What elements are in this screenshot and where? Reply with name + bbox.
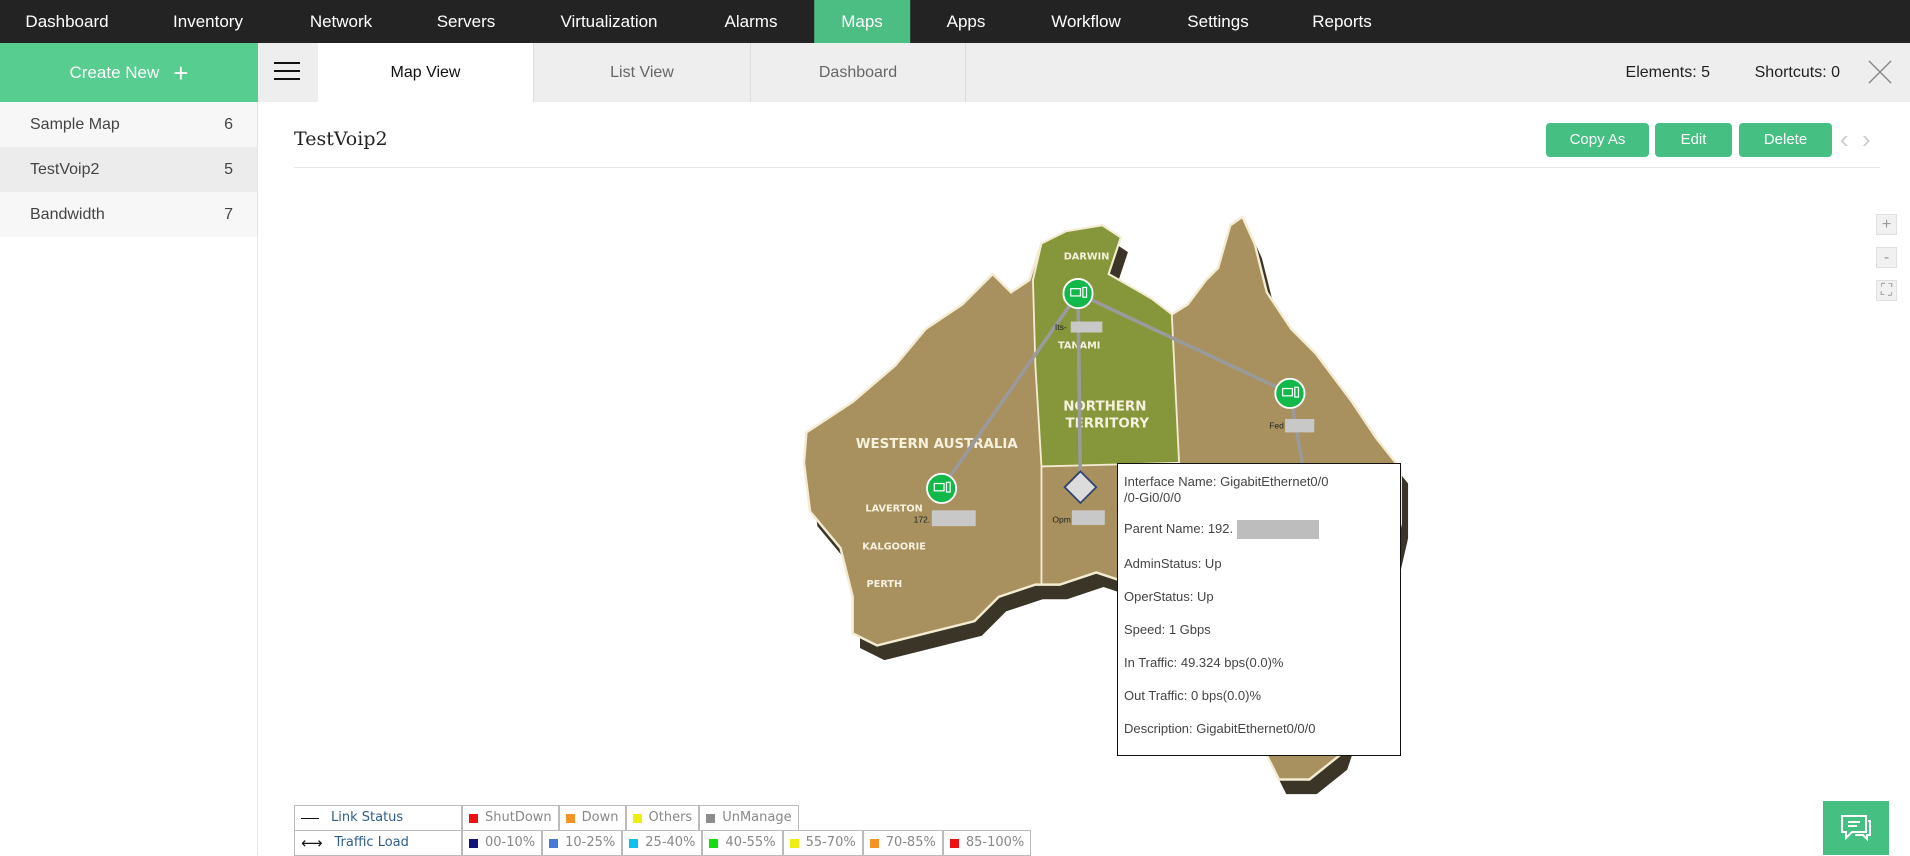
swatch xyxy=(706,813,716,823)
legend-item: 40-55% xyxy=(702,830,783,856)
double-arrow-icon: ⟷ xyxy=(301,834,323,852)
node-label: Its- xyxy=(1055,322,1067,332)
redacted-box xyxy=(931,510,976,527)
map-legend: Link Status ShutDown Down Others UnManag… xyxy=(294,805,1064,856)
place-label-western-australia: WESTERN AUSTRALIA xyxy=(856,437,1019,452)
legend-item: Down xyxy=(558,805,626,831)
node-label: Fed xyxy=(1269,421,1284,431)
legend-item: UnManage xyxy=(699,805,799,831)
tooltip-interface-name: Interface Name: GigabitEthernet0/0 xyxy=(1124,474,1329,489)
swatch xyxy=(565,813,575,823)
legend-link-status: Link Status xyxy=(294,805,462,831)
redacted-box xyxy=(1285,418,1315,433)
legend-item: ShutDown xyxy=(462,805,559,831)
node-label: Opm xyxy=(1052,515,1070,525)
legend-link-status-row: Link Status ShutDown Down Others UnManag… xyxy=(294,805,799,831)
swatch xyxy=(632,813,642,823)
legend-item: 55-70% xyxy=(782,830,863,856)
place-label-northern: NORTHERN xyxy=(1063,399,1146,414)
legend-item: 00-10% xyxy=(462,830,543,856)
tooltip-out-traffic: Out Traffic: 0 bps(0.0)% xyxy=(1124,688,1262,703)
device-node[interactable] xyxy=(1062,277,1094,310)
redacted-box xyxy=(1070,321,1103,333)
place-label-darwin: DARWIN xyxy=(1064,251,1110,262)
node-label: 172. xyxy=(914,515,931,525)
interface-tooltip: Interface Name: GigabitEthernet0/0/0-Gi0… xyxy=(1117,463,1401,756)
chat-button[interactable] xyxy=(1823,801,1889,855)
legend-traffic-load: ⟷ Traffic Load xyxy=(294,830,462,856)
legend-item: 25-40% xyxy=(622,830,703,856)
legend-heading: Traffic Load xyxy=(334,835,409,850)
place-label-perth: PERTH xyxy=(867,579,903,590)
tooltip-description: Description: GigabitEthernet0/0/0 xyxy=(1124,721,1316,736)
tooltip-parent-name: Parent Name: 192. xyxy=(1124,520,1234,536)
tooltip-speed: Speed: 1 Gbps xyxy=(1124,622,1211,637)
legend-traffic-load-row: ⟷ Traffic Load 00-10% 10-25% 25-40% 40-55… xyxy=(294,830,1032,856)
tooltip-oper-status: OperStatus: Up xyxy=(1124,589,1214,604)
swatch xyxy=(469,813,478,823)
device-node[interactable] xyxy=(1274,377,1306,409)
legend-item: Others xyxy=(625,805,700,831)
tooltip-admin-status: AdminStatus: Up xyxy=(1124,556,1222,571)
tooltip-in-traffic: In Traffic: 49.324 bps(0.0)% xyxy=(1124,655,1284,670)
line-icon xyxy=(301,817,319,819)
legend-heading: Link Status xyxy=(331,810,404,825)
legend-item: 85-100% xyxy=(942,830,1032,856)
redacted-box xyxy=(1071,510,1105,525)
tooltip-interface-name-cont: /0-Gi0/0/0 xyxy=(1124,490,1182,505)
australia-map: DARWIN TANAMI NORTHERN TERRITORY WESTERN… xyxy=(802,214,1409,795)
place-label-kalgoorie: KALGOORIE xyxy=(862,541,926,552)
redacted-box xyxy=(1236,520,1319,539)
chat-icon xyxy=(1841,815,1871,842)
place-label-laverton: LAVERTON xyxy=(865,504,922,515)
legend-item: 70-85% xyxy=(862,830,943,856)
device-node[interactable] xyxy=(926,472,958,504)
legend-item: 10-25% xyxy=(542,830,623,856)
